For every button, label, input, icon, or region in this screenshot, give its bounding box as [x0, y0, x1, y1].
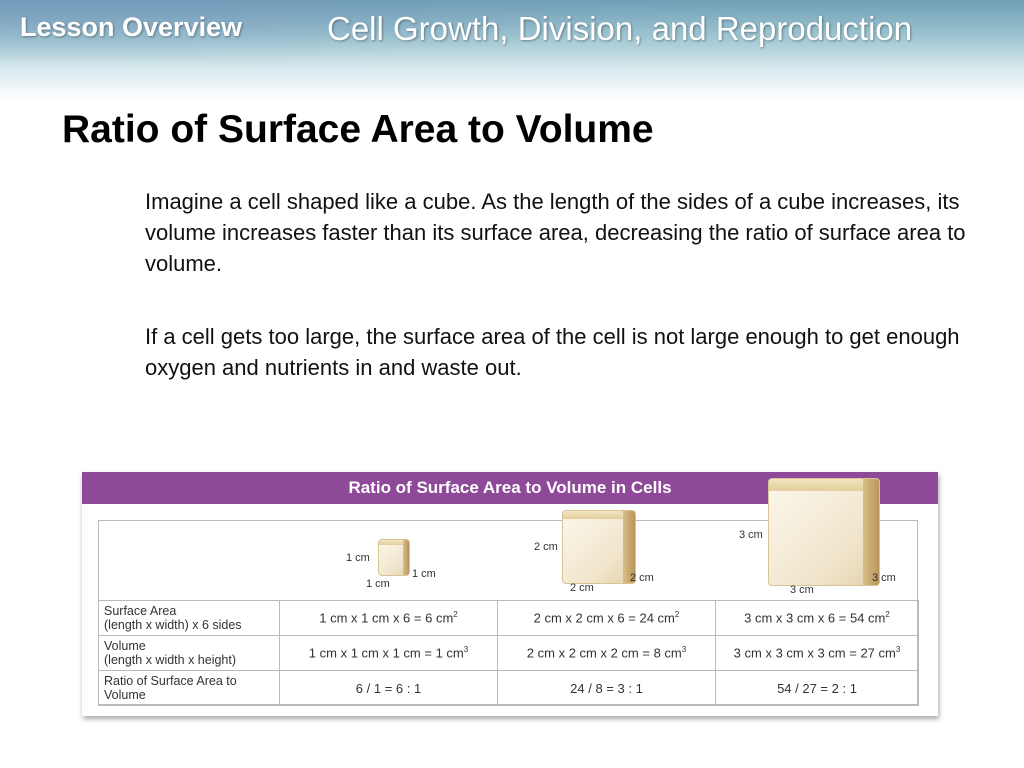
cube-2cm-side-label: 2 cm — [534, 541, 558, 553]
cell-text: 1 cm x 1 cm x 6 = 6 cm — [319, 610, 454, 626]
cell-text: 24 / 8 = 3 : 1 — [570, 680, 643, 696]
cube-1cm-image — [378, 539, 410, 576]
table-cell: 54 / 27 = 2 : 1 — [715, 670, 919, 706]
lesson-overview-label: Lesson Overview — [20, 12, 243, 42]
table-row-ratio: Ratio of Surface Area to Volume 6 / 1 = … — [98, 670, 919, 706]
superscript: 3 — [681, 645, 687, 655]
table-cell: 3 cm x 3 cm x 6 = 54 cm2 — [715, 600, 919, 636]
table-cell: 2 cm x 2 cm x 6 = 24 cm2 — [497, 600, 716, 636]
ratio-figure: Ratio of Surface Area to Volume in Cells… — [82, 472, 938, 716]
cube-1cm-bottom-label: 1 cm — [366, 578, 390, 590]
table-cell: 1 cm x 1 cm x 1 cm = 1 cm3 — [279, 635, 498, 671]
cube-3cm-bottom-label: 3 cm — [790, 584, 814, 596]
paragraph-cell-size-limit: If a cell gets too large, the surface ar… — [145, 324, 960, 380]
cell-text: 3 cm x 3 cm x 6 = 54 cm — [744, 610, 886, 626]
row-header-line2: Volume — [104, 688, 146, 702]
cell-text: 54 / 27 = 2 : 1 — [777, 680, 857, 696]
slide-banner: Lesson Overview Cell Growth, Division, a… — [0, 0, 1024, 100]
chapter-title: Cell Growth, Division, and Reproduction — [327, 10, 913, 47]
cube-3cm-front-label: 3 cm — [872, 572, 896, 584]
superscript: 2 — [885, 610, 890, 620]
cell-text: 2 cm x 2 cm x 2 cm = 8 cm — [526, 645, 682, 661]
row-header-line1: Ratio of Surface Area to — [104, 674, 237, 688]
table-row-volume: Volume (length x width x height) 1 cm x … — [98, 635, 919, 671]
cube-3cm-image — [768, 478, 880, 586]
cube-2cm-front-label: 2 cm — [630, 572, 654, 584]
row-header-surface-area: Surface Area (length x width) x 6 sides — [98, 600, 280, 636]
cell-text: 2 cm x 2 cm x 6 = 24 cm — [533, 610, 675, 626]
cell-text: 1 cm x 1 cm x 1 cm = 1 cm — [308, 645, 464, 661]
table-cell: 24 / 8 = 3 : 1 — [497, 670, 716, 706]
row-header-line1: Surface Area — [104, 604, 177, 618]
row-header-ratio: Ratio of Surface Area to Volume — [98, 670, 280, 706]
table-cell: 3 cm x 3 cm x 3 cm = 27 cm3 — [715, 635, 919, 671]
cube-2cm-bottom-label: 2 cm — [570, 582, 594, 594]
table-cell: 2 cm x 2 cm x 2 cm = 8 cm3 — [497, 635, 716, 671]
ratio-table: Surface Area (length x width) x 6 sides … — [98, 600, 919, 706]
cube-2cm-image — [562, 510, 636, 584]
cube-1cm-side-label: 1 cm — [346, 552, 370, 564]
slide-title: Ratio of Surface Area to Volume — [62, 108, 654, 151]
cube-3cm-side-label: 3 cm — [739, 529, 763, 541]
superscript: 2 — [453, 610, 458, 620]
table-row-surface-area: Surface Area (length x width) x 6 sides … — [98, 600, 919, 636]
superscript: 3 — [895, 645, 901, 655]
table-cell: 1 cm x 1 cm x 6 = 6 cm2 — [279, 600, 498, 636]
cube-1cm-front-label: 1 cm — [412, 568, 436, 580]
cell-text: 3 cm x 3 cm x 3 cm = 27 cm — [733, 645, 896, 661]
row-header-line2: (length x width x height) — [104, 653, 237, 667]
table-cell: 6 / 1 = 6 : 1 — [279, 670, 498, 706]
row-header-line1: Volume — [104, 639, 146, 653]
superscript: 2 — [674, 610, 680, 620]
cell-text: 6 / 1 = 6 : 1 — [355, 680, 422, 696]
row-header-volume: Volume (length x width x height) — [98, 635, 280, 671]
superscript: 3 — [463, 645, 469, 655]
paragraph-cube-explanation: Imagine a cell shaped like a cube. As th… — [145, 189, 966, 276]
row-header-line2: (length x width) x 6 sides — [104, 618, 242, 632]
